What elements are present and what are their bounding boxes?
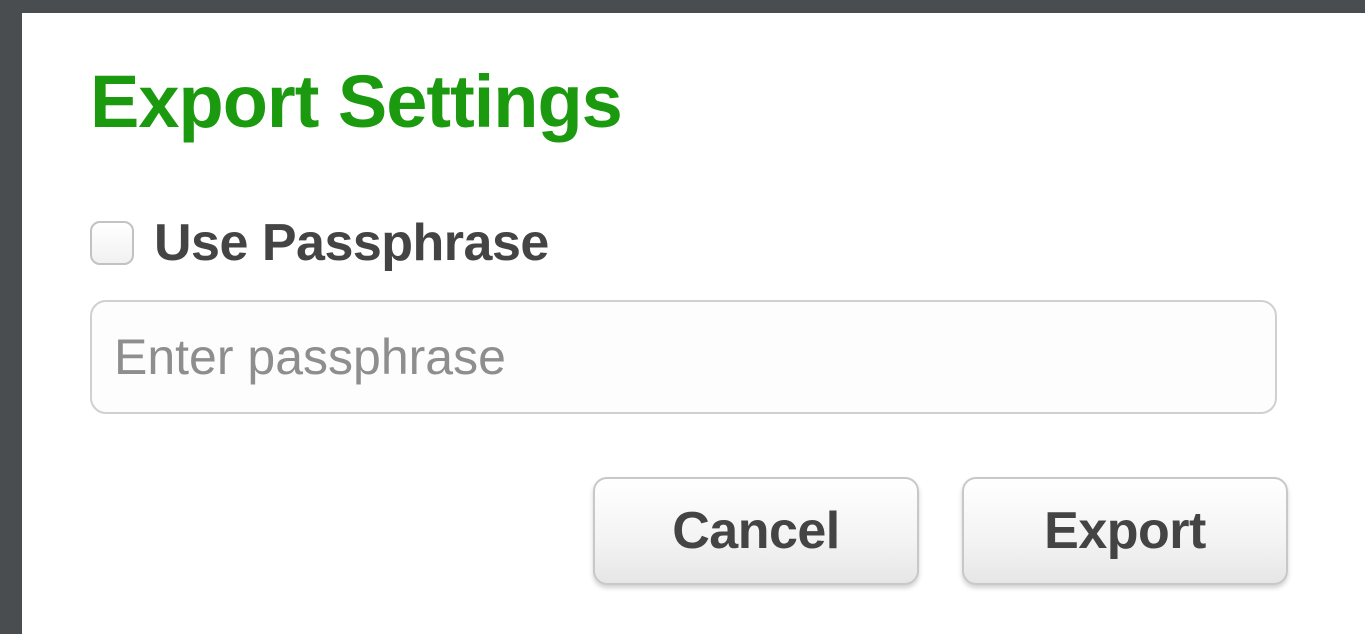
window-backdrop: Export Settings Use Passphrase Cancel Ex… [0,0,1365,634]
export-settings-dialog: Export Settings Use Passphrase Cancel Ex… [22,13,1365,634]
export-button[interactable]: Export [962,477,1288,585]
use-passphrase-label[interactable]: Use Passphrase [154,213,549,273]
cancel-button[interactable]: Cancel [593,477,919,585]
passphrase-input[interactable] [90,300,1277,414]
use-passphrase-checkbox[interactable] [90,221,134,265]
use-passphrase-option[interactable]: Use Passphrase [90,213,549,273]
dialog-title: Export Settings [90,60,623,143]
